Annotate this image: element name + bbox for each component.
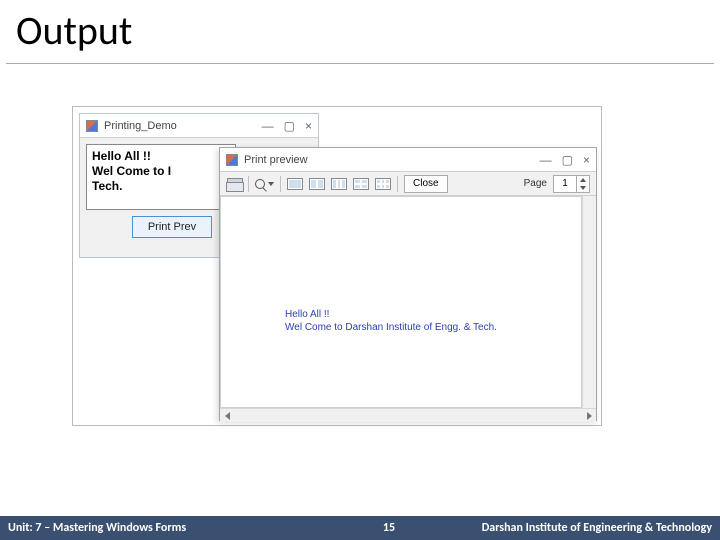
layout-2page-button[interactable] [309,178,325,190]
vertical-scrollbar[interactable] [582,196,596,408]
slide-title: Output [0,0,720,63]
minimize-button[interactable]: — [540,153,552,167]
window-print-preview: Print preview — ▢ × Close Page [219,147,597,421]
preview-toolbar: Close Page 1 [220,172,596,196]
window-title: Printing_Demo [104,120,177,132]
print-icon[interactable] [226,178,242,190]
titlebar: Printing_Demo — ▢ × [80,114,318,138]
separator [248,176,249,192]
layout-4page-button[interactable] [353,178,369,190]
page-up-button[interactable] [577,176,589,184]
layout-1page-button[interactable] [287,178,303,190]
horizontal-scrollbar[interactable] [220,408,596,422]
zoom-dropdown[interactable] [255,179,274,189]
form-icon [226,154,238,166]
page-label: Page [524,178,547,189]
chevron-down-icon [268,182,274,186]
preview-page: Hello All !! Wel Come to Darshan Institu… [229,201,573,403]
window-title: Print preview [244,154,308,166]
layout-6page-button[interactable] [375,178,391,190]
scroll-left-button[interactable] [221,410,233,422]
preview-canvas: Hello All !! Wel Come to Darshan Institu… [220,196,582,408]
page-spinner[interactable]: 1 [553,175,590,193]
slide-footer: Unit: 7 – Mastering Windows Forms 15 Dar… [0,516,720,540]
page-down-button[interactable] [577,184,589,192]
form-icon [86,120,98,132]
separator [280,176,281,192]
page-value: 1 [554,178,576,189]
preview-text: Hello All !! Wel Come to Darshan Institu… [285,309,497,334]
close-preview-button[interactable]: Close [404,175,448,193]
title-divider [6,63,714,64]
titlebar: Print preview — ▢ × [220,148,596,172]
preview-client: Hello All !! Wel Come to Darshan Institu… [220,196,596,422]
screenshot-frame: Printing_Demo — ▢ × Hello All !! Wel Com… [72,106,602,426]
close-button[interactable]: × [583,153,590,167]
zoom-icon [255,179,265,189]
separator [397,176,398,192]
minimize-button[interactable]: — [262,119,274,133]
message-textbox[interactable]: Hello All !! Wel Come to I Tech. [86,144,236,210]
footer-right: Darshan Institute of Engineering & Techn… [482,521,720,535]
maximize-button[interactable]: ▢ [284,119,295,133]
footer-left: Unit: 7 – Mastering Windows Forms [0,521,186,535]
layout-3page-button[interactable] [331,178,347,190]
scroll-right-button[interactable] [583,410,595,422]
maximize-button[interactable]: ▢ [562,153,573,167]
print-preview-button[interactable]: Print Prev [132,216,212,238]
close-button[interactable]: × [305,119,312,133]
footer-page-number: 15 [186,521,482,535]
